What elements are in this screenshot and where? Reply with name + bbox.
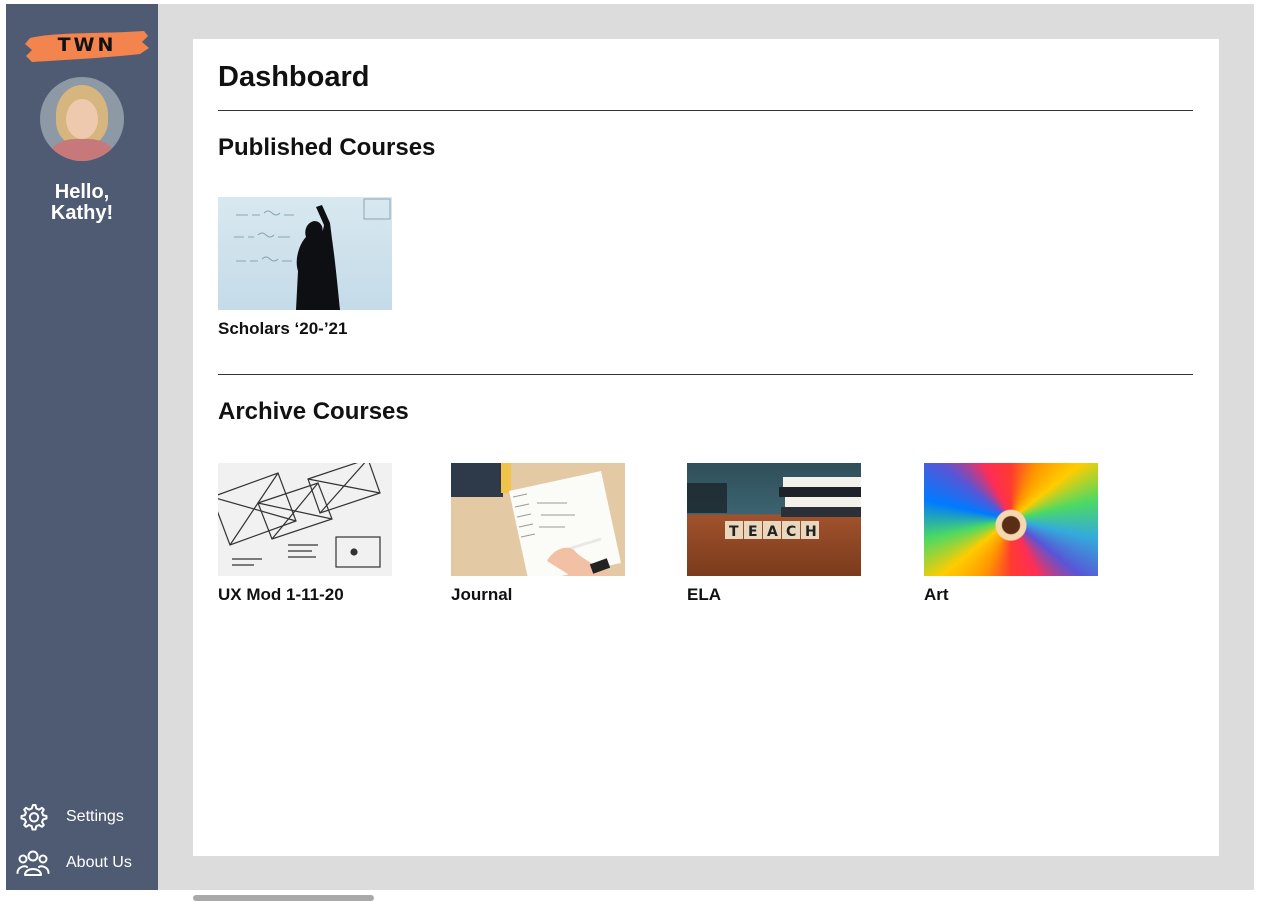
course-card-ela[interactable]: TEACH ELA — [687, 463, 861, 605]
section-divider — [218, 374, 1193, 375]
settings-label: Settings — [66, 808, 124, 825]
sidebar: TWN Hello, Kathy! Settings About Us — [6, 4, 158, 890]
about-us-nav-item[interactable]: About Us — [16, 846, 156, 880]
published-courses-heading: Published Courses — [218, 134, 436, 161]
avatar[interactable] — [40, 77, 124, 161]
course-name: Scholars ‘20-’21 — [218, 319, 348, 338]
logo[interactable]: TWN — [24, 28, 150, 64]
archive-courses-heading: Archive Courses — [218, 398, 409, 425]
course-name: ELA — [687, 585, 721, 604]
avatar-face — [66, 99, 98, 139]
horizontal-scrollbar[interactable] — [193, 895, 374, 901]
wireframe-sketch-icon — [218, 463, 392, 576]
course-card-journal[interactable]: Journal — [451, 463, 625, 605]
colored-pencils-icon — [924, 463, 1098, 576]
avatar-shirt — [50, 139, 114, 161]
course-name: Journal — [451, 585, 513, 604]
greeting-line1: Hello, — [54, 181, 110, 203]
svg-text:C: C — [786, 524, 796, 540]
greeting-line2: Kathy! — [50, 202, 114, 224]
users-group-icon — [16, 846, 50, 880]
svg-text:A: A — [767, 524, 778, 540]
svg-text:E: E — [748, 524, 758, 540]
logo-text: TWN — [57, 34, 117, 56]
about-us-label: About Us — [66, 854, 132, 871]
course-card-art[interactable]: Art — [924, 463, 1098, 605]
title-divider — [218, 110, 1193, 111]
course-name: UX Mod 1-11-20 — [218, 585, 344, 604]
gear-icon — [16, 800, 50, 834]
teacher-at-whiteboard-icon — [218, 197, 392, 310]
course-card-scholars[interactable]: Scholars ‘20-’21 — [218, 197, 392, 339]
notebook-writing-icon — [451, 463, 625, 576]
dashboard-card: Dashboard Published Courses Scholars ‘20… — [193, 39, 1219, 856]
course-name: Art — [924, 585, 949, 604]
svg-text:T: T — [729, 524, 739, 540]
page-title: Dashboard — [218, 61, 370, 93]
greeting: Hello, Kathy! — [6, 182, 158, 224]
svg-text:H: H — [805, 524, 817, 540]
course-card-ux-mod[interactable]: UX Mod 1-11-20 — [218, 463, 392, 605]
settings-nav-item[interactable]: Settings — [16, 800, 156, 834]
teach-letter-blocks-icon: TEACH — [687, 463, 861, 576]
